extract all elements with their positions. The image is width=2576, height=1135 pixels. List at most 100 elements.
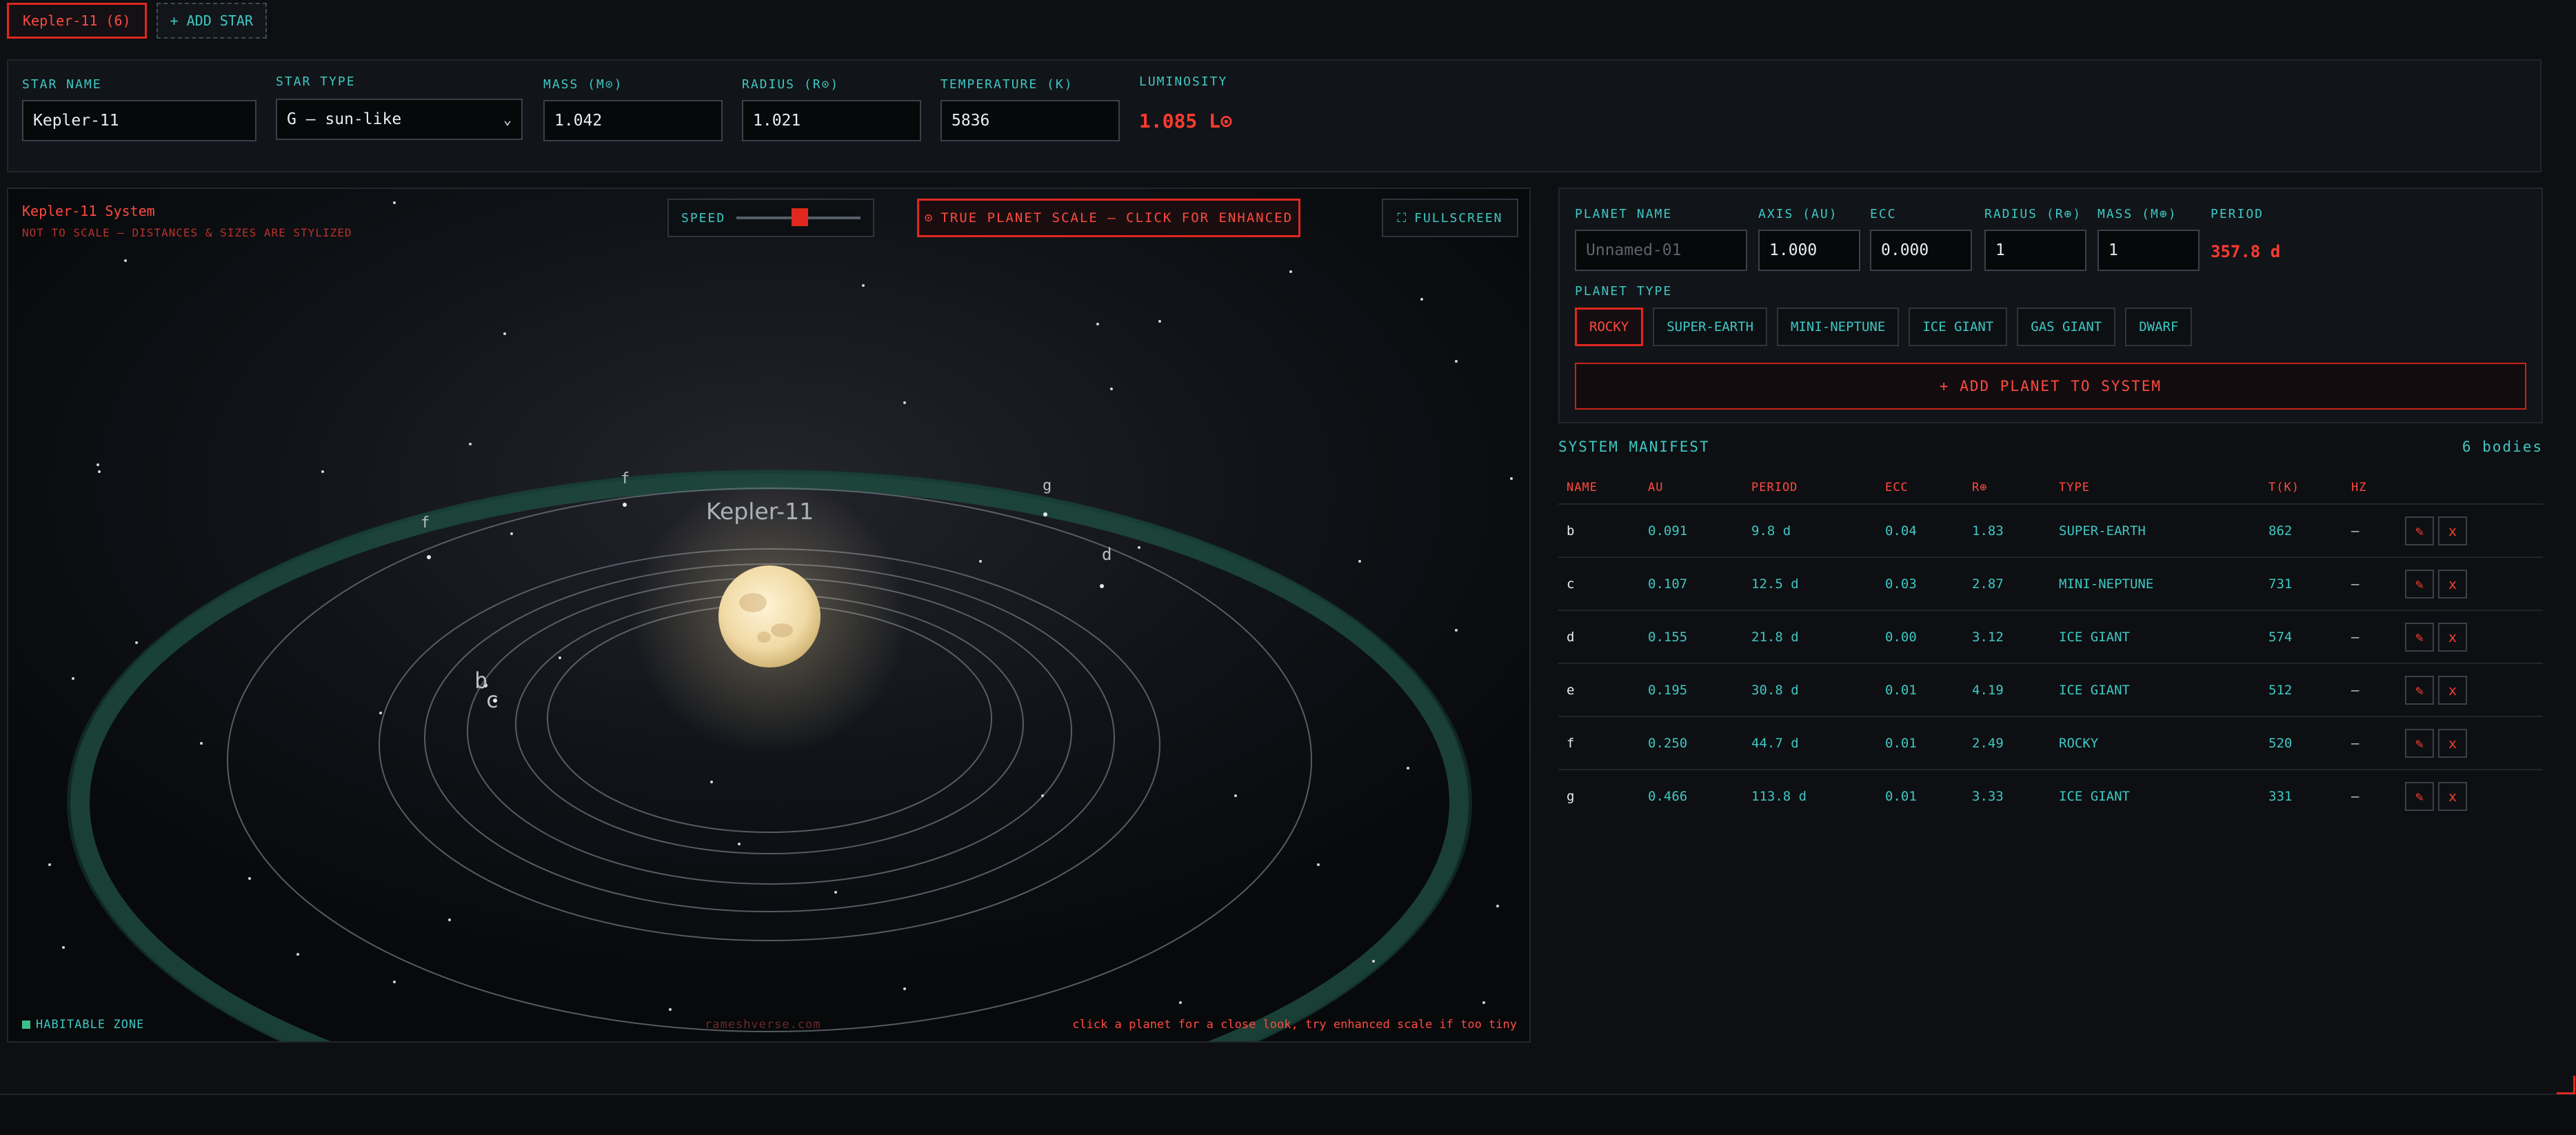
col-ecc[interactable]: ECC [1885, 481, 1909, 494]
planet-f-dot[interactable] [427, 555, 431, 559]
planet-e-dot[interactable] [623, 503, 627, 507]
manifest-header-row: NAME AU PERIOD ECC R⊕ TYPE T(K) HZ [1558, 472, 2543, 505]
cell-hz: — [2351, 523, 2359, 539]
col-name[interactable]: NAME [1567, 481, 1598, 494]
add-star-button[interactable]: + ADD STAR [156, 3, 267, 39]
manifest-body-count: 6 bodies [2462, 439, 2543, 455]
planet-label-e[interactable]: f [621, 470, 630, 488]
star-radius-input[interactable]: 1.021 [742, 100, 921, 141]
cell-temperature: 520 [2268, 735, 2293, 751]
edit-icon[interactable]: ✎ [2405, 569, 2434, 599]
system-title: Kepler-11 System [22, 203, 155, 219]
planet-type-super-earth[interactable]: SUPER-EARTH [1653, 308, 1768, 346]
planet-g-dot[interactable] [1043, 512, 1047, 516]
planet-type-ice-giant[interactable]: ICE GIANT [1909, 308, 2008, 346]
star-tab-kepler-11[interactable]: Kepler-11 (6) [7, 3, 147, 39]
table-row[interactable]: b 0.091 9.8 d 0.04 1.83 SUPER-EARTH 862 … [1558, 505, 2543, 558]
planet-ecc-label: ECC [1870, 207, 1897, 221]
planet-axis-input[interactable]: 1.000 [1758, 230, 1860, 271]
system-subtitle: NOT TO SCALE — DISTANCES & SIZES ARE STY… [22, 226, 352, 239]
planet-label-d[interactable]: d [1102, 545, 1111, 564]
star-radius-field: RADIUS (R⊙) 1.021 [742, 77, 921, 141]
fullscreen-button[interactable]: ⛶ FULLSCREEN [1382, 199, 1518, 237]
table-row[interactable]: e 0.195 30.8 d 0.01 4.19 ICE GIANT 512 —… [1558, 664, 2543, 717]
edit-icon[interactable]: ✎ [2405, 622, 2434, 652]
table-row[interactable]: d 0.155 21.8 d 0.00 3.12 ICE GIANT 574 —… [1558, 611, 2543, 664]
cell-name: g [1567, 788, 1575, 804]
planet-label-f[interactable]: f [421, 514, 430, 532]
scale-icon: ⊙ [924, 210, 934, 225]
orbit-view[interactable] [8, 189, 1531, 1043]
resize-corner-icon[interactable] [2557, 1076, 2575, 1094]
col-radius[interactable]: R⊕ [1972, 481, 1987, 494]
orbit-simulation-canvas[interactable]: f g d f b c Kepler-11 Kepler-11 System N… [7, 188, 1531, 1043]
cell-ecc: 0.01 [1885, 735, 1917, 751]
star-type-field: STAR TYPE G — sun-like ⌄ [276, 74, 523, 140]
fullscreen-icon: ⛶ [1397, 210, 1408, 225]
cell-au: 0.466 [1648, 788, 1688, 804]
planet-radius-input[interactable]: 1 [1984, 230, 2086, 271]
star-temperature-input[interactable]: 5836 [940, 100, 1120, 141]
speed-slider[interactable] [736, 208, 861, 226]
col-period[interactable]: PERIOD [1751, 481, 1798, 494]
delete-icon[interactable]: x [2438, 569, 2467, 599]
delete-icon[interactable]: x [2438, 675, 2467, 705]
cell-radius: 3.12 [1972, 629, 2004, 645]
edit-icon[interactable]: ✎ [2405, 781, 2434, 811]
star-type-value: G — sun-like [287, 110, 402, 128]
cell-temperature: 731 [2268, 576, 2293, 592]
cell-au: 0.091 [1648, 523, 1688, 539]
delete-icon[interactable]: x [2438, 728, 2467, 758]
planet-type-options: ROCKY SUPER-EARTH MINI-NEPTUNE ICE GIANT… [1575, 308, 2193, 346]
edit-icon[interactable]: ✎ [2405, 516, 2434, 545]
speed-slider-thumb[interactable] [792, 208, 809, 226]
cell-ecc: 0.00 [1885, 629, 1917, 645]
table-row[interactable]: f 0.250 44.7 d 0.01 2.49 ROCKY 520 — ✎ x [1558, 717, 2543, 770]
planet-name-field: PLANET NAME Unnamed-01 [1575, 207, 1747, 271]
scale-button-label: TRUE PLANET SCALE — CLICK FOR ENHANCED [940, 210, 1294, 225]
edit-icon[interactable]: ✎ [2405, 728, 2434, 758]
table-row[interactable]: g 0.466 113.8 d 0.01 3.33 ICE GIANT 331 … [1558, 770, 2543, 822]
star-temperature-field: TEMPERATURE (K) 5836 [940, 77, 1120, 141]
col-au[interactable]: AU [1648, 481, 1663, 494]
planet-type-gas-giant[interactable]: GAS GIANT [2017, 308, 2116, 346]
planet-mass-input[interactable]: 1 [2097, 230, 2200, 271]
star-mass-field: MASS (M⊙) 1.042 [543, 77, 723, 141]
planet-scale-toggle-button[interactable]: ⊙ TRUE PLANET SCALE — CLICK FOR ENHANCED [917, 199, 1300, 237]
add-planet-button[interactable]: + ADD PLANET TO SYSTEM [1575, 363, 2526, 410]
habitable-zone-swatch-icon [22, 1021, 30, 1029]
cell-type: ROCKY [2059, 735, 2099, 751]
cell-name: e [1567, 682, 1575, 698]
delete-icon[interactable]: x [2438, 516, 2467, 545]
planet-label-c[interactable]: c [485, 687, 499, 713]
planet-ecc-field: ECC 0.000 [1870, 207, 1972, 271]
edit-icon[interactable]: ✎ [2405, 675, 2434, 705]
planet-ecc-input[interactable]: 0.000 [1870, 230, 1972, 271]
star-name-input[interactable]: Kepler-11 [22, 100, 256, 141]
planet-name-input[interactable]: Unnamed-01 [1575, 230, 1747, 271]
star-luminosity-value: 1.085 L⊙ [1139, 110, 1232, 132]
col-type[interactable]: TYPE [2059, 481, 2090, 494]
cell-name: b [1567, 523, 1575, 539]
planet-type-mini-neptune[interactable]: MINI-NEPTUNE [1777, 308, 1900, 346]
table-row[interactable]: c 0.107 12.5 d 0.03 2.87 MINI-NEPTUNE 73… [1558, 558, 2543, 611]
planet-d-dot[interactable] [1100, 584, 1104, 588]
col-hz[interactable]: HZ [2351, 481, 2366, 494]
delete-icon[interactable]: x [2438, 781, 2467, 811]
planet-axis-label: AXIS (AU) [1758, 207, 1838, 221]
star-type-select[interactable]: G — sun-like ⌄ [276, 99, 523, 140]
star-kepler-11[interactable] [718, 565, 821, 667]
cell-type: ICE GIANT [2059, 682, 2130, 698]
star-mass-input[interactable]: 1.042 [543, 100, 723, 141]
col-temperature[interactable]: T(K) [2268, 481, 2300, 494]
cell-period: 44.7 d [1751, 735, 1799, 751]
star-luminosity-label: LUMINOSITY [1139, 74, 1228, 89]
cell-type: SUPER-EARTH [2059, 523, 2146, 539]
cell-ecc: 0.01 [1885, 788, 1917, 804]
planet-type-dwarf[interactable]: DWARF [2125, 308, 2193, 346]
planet-type-rocky[interactable]: ROCKY [1575, 308, 1644, 346]
system-manifest-header: SYSTEM MANIFEST 6 bodies [1558, 439, 2543, 455]
delete-icon[interactable]: x [2438, 622, 2467, 652]
cell-ecc: 0.03 [1885, 576, 1917, 592]
planet-label-g[interactable]: g [1043, 477, 1051, 494]
